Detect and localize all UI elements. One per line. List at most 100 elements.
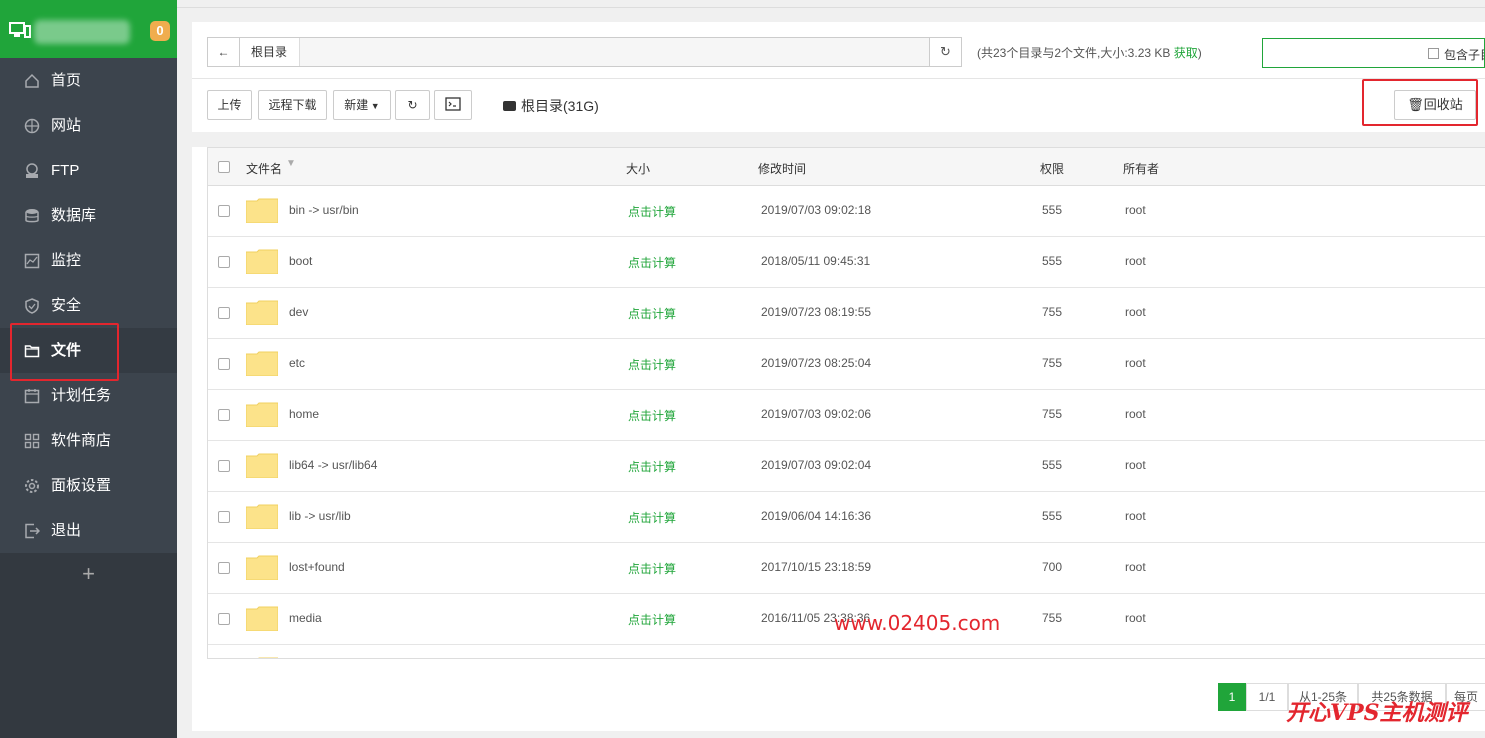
table-row[interactable]: lost+found 点击计算 2017/10/15 23:18:59 700 … xyxy=(208,543,1485,594)
file-owner[interactable]: root xyxy=(1125,560,1146,574)
row-checkbox[interactable] xyxy=(218,256,230,268)
sidebar-item-label: 退出 xyxy=(51,522,82,539)
row-checkbox[interactable] xyxy=(218,307,230,319)
get-size-link[interactable]: 获取 xyxy=(1174,46,1198,60)
sidebar-item-database[interactable]: 数据库 xyxy=(0,193,177,238)
file-name[interactable]: bin -> usr/bin xyxy=(289,203,359,217)
folder-icon xyxy=(258,657,278,658)
table-row[interactable]: lib -> usr/lib 点击计算 2019/06/04 14:16:36 … xyxy=(208,492,1485,543)
file-owner[interactable]: root xyxy=(1125,305,1146,319)
calc-size-link[interactable]: 点击计算 xyxy=(628,305,676,322)
sidebar-item-monitor[interactable]: 监控 xyxy=(0,238,177,283)
table-header: 文件名 ▼ 大小 修改时间 权限 所有者 xyxy=(208,148,1485,186)
globe-icon xyxy=(24,118,40,134)
col-mtime[interactable]: 修改时间 xyxy=(758,160,806,177)
file-owner[interactable]: root xyxy=(1125,458,1146,472)
file-owner[interactable]: root xyxy=(1125,509,1146,523)
calc-size-link[interactable]: 点击计算 xyxy=(628,407,676,424)
refresh-list-button[interactable]: ↻ xyxy=(395,90,430,120)
file-mtime: 2019/07/03 09:02:18 xyxy=(761,203,872,217)
row-checkbox[interactable] xyxy=(218,460,230,472)
message-badge[interactable]: 0 xyxy=(150,21,170,41)
file-perm[interactable]: 700 xyxy=(1042,560,1062,574)
file-perm[interactable]: 755 xyxy=(1042,611,1062,625)
row-checkbox[interactable] xyxy=(218,613,230,625)
file-owner[interactable]: root xyxy=(1125,254,1146,268)
calc-size-link[interactable]: 点击计算 xyxy=(628,203,676,220)
file-owner[interactable]: root xyxy=(1125,203,1146,217)
select-all-checkbox[interactable] xyxy=(218,161,230,173)
file-name[interactable]: etc xyxy=(289,356,305,370)
file-perm[interactable]: 755 xyxy=(1042,305,1062,319)
upload-button[interactable]: 上传 xyxy=(207,90,252,120)
file-owner[interactable]: root xyxy=(1125,407,1146,421)
calc-size-link[interactable]: 点击计算 xyxy=(628,611,676,628)
add-shortcut-button[interactable]: + xyxy=(0,555,177,593)
row-checkbox[interactable] xyxy=(218,511,230,523)
calc-size-link[interactable]: 点击计算 xyxy=(628,254,676,271)
folder-icon xyxy=(246,504,278,529)
file-perm[interactable]: 755 xyxy=(1042,356,1062,370)
file-perm[interactable]: 755 xyxy=(1042,407,1062,421)
col-name[interactable]: 文件名 xyxy=(246,160,282,177)
file-owner[interactable]: root xyxy=(1125,356,1146,370)
apps-icon xyxy=(24,433,40,449)
calc-size-link[interactable]: 点击计算 xyxy=(628,560,676,577)
server-header[interactable]: 0 xyxy=(0,0,177,58)
sidebar-item-settings[interactable]: 面板设置 xyxy=(0,463,177,508)
file-perm[interactable]: 555 xyxy=(1042,254,1062,268)
table-row[interactable]: bin -> usr/bin 点击计算 2019/07/03 09:02:18 … xyxy=(208,186,1485,237)
sidebar-item-home[interactable]: 首页 xyxy=(0,58,177,103)
row-checkbox[interactable] xyxy=(218,358,230,370)
breadcrumb[interactable]: 根目录 xyxy=(240,38,301,66)
disk-selector[interactable]: 根目录(31G) xyxy=(503,96,599,116)
table-row[interactable]: etc 点击计算 2019/07/23 08:25:04 755 root xyxy=(208,339,1485,390)
file-perm[interactable]: 555 xyxy=(1042,509,1062,523)
calc-size-link[interactable]: 点击计算 xyxy=(628,458,676,475)
table-row[interactable]: dev 点击计算 2019/07/23 08:19:55 755 root xyxy=(208,288,1485,339)
col-owner[interactable]: 所有者 xyxy=(1123,160,1159,177)
file-perm[interactable]: 555 xyxy=(1042,458,1062,472)
file-name[interactable]: media xyxy=(289,611,322,625)
server-ip-blurred xyxy=(34,20,130,44)
file-mtime: 2019/07/23 08:25:04 xyxy=(761,356,872,370)
page-current[interactable]: 1 xyxy=(1218,683,1246,711)
sidebar-item-security[interactable]: 安全 xyxy=(0,283,177,328)
file-name[interactable]: boot xyxy=(289,254,312,268)
highlight-files-box xyxy=(10,323,119,381)
col-perm[interactable]: 权限 xyxy=(1040,160,1064,177)
table-row[interactable]: lib64 -> usr/lib64 点击计算 2019/07/03 09:02… xyxy=(208,441,1485,492)
file-perm[interactable]: 555 xyxy=(1042,203,1062,217)
row-checkbox[interactable] xyxy=(218,409,230,421)
refresh-path-button[interactable]: ↻ xyxy=(929,38,961,66)
calc-size-link[interactable]: 点击计算 xyxy=(628,509,676,526)
folder-icon xyxy=(246,402,278,427)
sort-caret-icon[interactable]: ▼ xyxy=(286,158,296,169)
new-label: 新建 xyxy=(344,98,369,112)
table-row[interactable]: boot 点击计算 2018/05/11 09:45:31 555 root xyxy=(208,237,1485,288)
terminal-button[interactable] xyxy=(434,90,472,120)
calc-size-link[interactable]: 点击计算 xyxy=(628,356,676,373)
table-row[interactable]: home 点击计算 2019/07/03 09:02:06 755 root xyxy=(208,390,1485,441)
row-checkbox[interactable] xyxy=(218,205,230,217)
col-size[interactable]: 大小 xyxy=(626,160,650,177)
file-name[interactable]: home xyxy=(289,407,319,421)
remote-download-button[interactable]: 远程下载 xyxy=(258,90,327,120)
row-checkbox[interactable] xyxy=(218,562,230,574)
path-bar: ← 根目录 ↻ xyxy=(207,37,962,67)
sidebar-item-ftp[interactable]: FTP xyxy=(0,148,177,193)
file-name[interactable]: lib64 -> usr/lib64 xyxy=(289,458,377,472)
sidebar-item-website[interactable]: 网站 xyxy=(0,103,177,148)
sidebar-item-label: 数据库 xyxy=(51,207,97,224)
file-name[interactable]: lib -> usr/lib xyxy=(289,509,351,523)
back-button[interactable]: ← xyxy=(208,38,240,66)
file-owner[interactable]: root xyxy=(1125,611,1146,625)
file-name[interactable]: dev xyxy=(289,305,308,319)
sidebar-item-store[interactable]: 软件商店 xyxy=(0,418,177,463)
new-dropdown-button[interactable]: 新建 ▼ xyxy=(333,90,391,120)
search-input[interactable]: 包含子目 xyxy=(1262,38,1485,68)
shield-icon xyxy=(25,298,39,314)
file-name[interactable]: lost+found xyxy=(289,560,345,574)
sidebar-item-logout[interactable]: 退出 xyxy=(0,508,177,553)
include-subdir-checkbox[interactable] xyxy=(1428,48,1439,59)
